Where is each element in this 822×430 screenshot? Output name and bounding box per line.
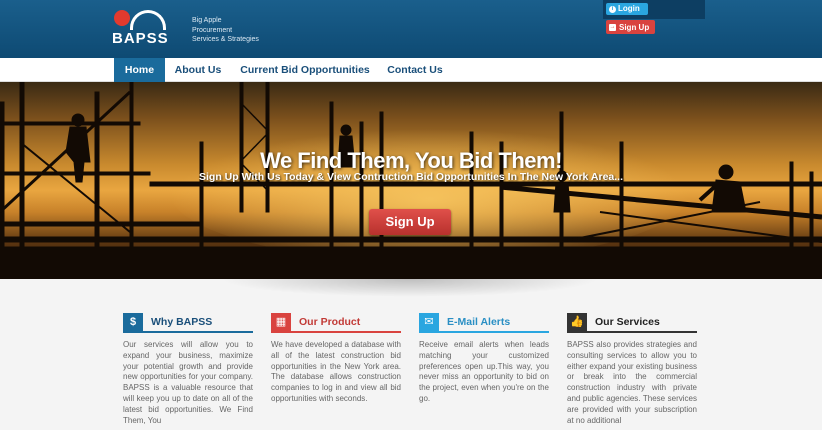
thumbs-up-icon: 👍 — [567, 313, 587, 332]
tagline-line: Procurement — [192, 26, 233, 34]
bapss-logo[interactable]: BAPSS — [112, 8, 184, 48]
hero-subtitle: Sign Up With Us Today & View Contruction… — [198, 171, 624, 183]
feature-email-alerts: ✉ E-Mail Alerts Receive email alerts whe… — [419, 313, 549, 405]
login-button[interactable]: i Login — [606, 3, 648, 15]
envelope-icon: ✉ — [419, 313, 439, 332]
apple-icon — [114, 10, 130, 26]
hero-banner: We Find Them, You Bid Them! Sign Up With… — [0, 82, 822, 279]
feature-body: We have developed a database with all of… — [271, 340, 401, 403]
tagline-line: Services & Strategies — [192, 36, 259, 43]
nav-item-home[interactable]: Home — [114, 58, 165, 82]
feature-title[interactable]: Why BAPSS — [151, 316, 212, 328]
feature-body: BAPSS also provides strategies and consu… — [567, 340, 697, 425]
feature-header: ▦ Our Product — [271, 313, 401, 333]
feature-header: ✉ E-Mail Alerts — [419, 313, 549, 333]
signup-button[interactable]: → Sign Up — [606, 20, 655, 34]
arch-icon — [130, 10, 166, 30]
main-nav: Home About Us Current Bid Opportunities … — [0, 58, 822, 82]
page: BAPSS Big Apple Procurement Services & S… — [0, 0, 822, 430]
feature-why-bapss: $ Why BAPSS Our services will allow you … — [123, 313, 253, 426]
signup-icon: → — [609, 23, 616, 31]
feature-title[interactable]: E-Mail Alerts — [447, 316, 510, 328]
feature-title[interactable]: Our Services — [595, 316, 660, 328]
nav-item-contact-us[interactable]: Contact Us — [382, 58, 448, 82]
product-icon: ▦ — [271, 313, 291, 332]
nav-item-current-bid-opportunities[interactable]: Current Bid Opportunities — [236, 58, 374, 82]
banner-shadow — [220, 279, 600, 297]
login-label: Login — [618, 4, 640, 13]
feature-header: 👍 Our Services — [567, 313, 697, 333]
feature-our-services: 👍 Our Services BAPSS also provides strat… — [567, 313, 697, 426]
hero-signup-button[interactable]: Sign Up — [369, 209, 451, 235]
nav-item-about-us[interactable]: About Us — [169, 58, 227, 82]
feature-our-product: ▦ Our Product We have developed a databa… — [271, 313, 401, 405]
feature-header: $ Why BAPSS — [123, 313, 253, 333]
feature-title[interactable]: Our Product — [299, 316, 360, 328]
signup-label: Sign Up — [619, 22, 650, 32]
tagline: Big Apple Procurement Services & Strateg… — [192, 16, 259, 45]
feature-body: Receive email alerts when leads matching… — [419, 340, 549, 403]
logo-text: BAPSS — [112, 30, 169, 47]
feature-body: Our services will allow you to expand yo… — [123, 340, 253, 425]
tagline-line: Big Apple — [192, 17, 222, 24]
dollar-icon: $ — [123, 313, 143, 332]
info-icon: i — [609, 5, 616, 13]
